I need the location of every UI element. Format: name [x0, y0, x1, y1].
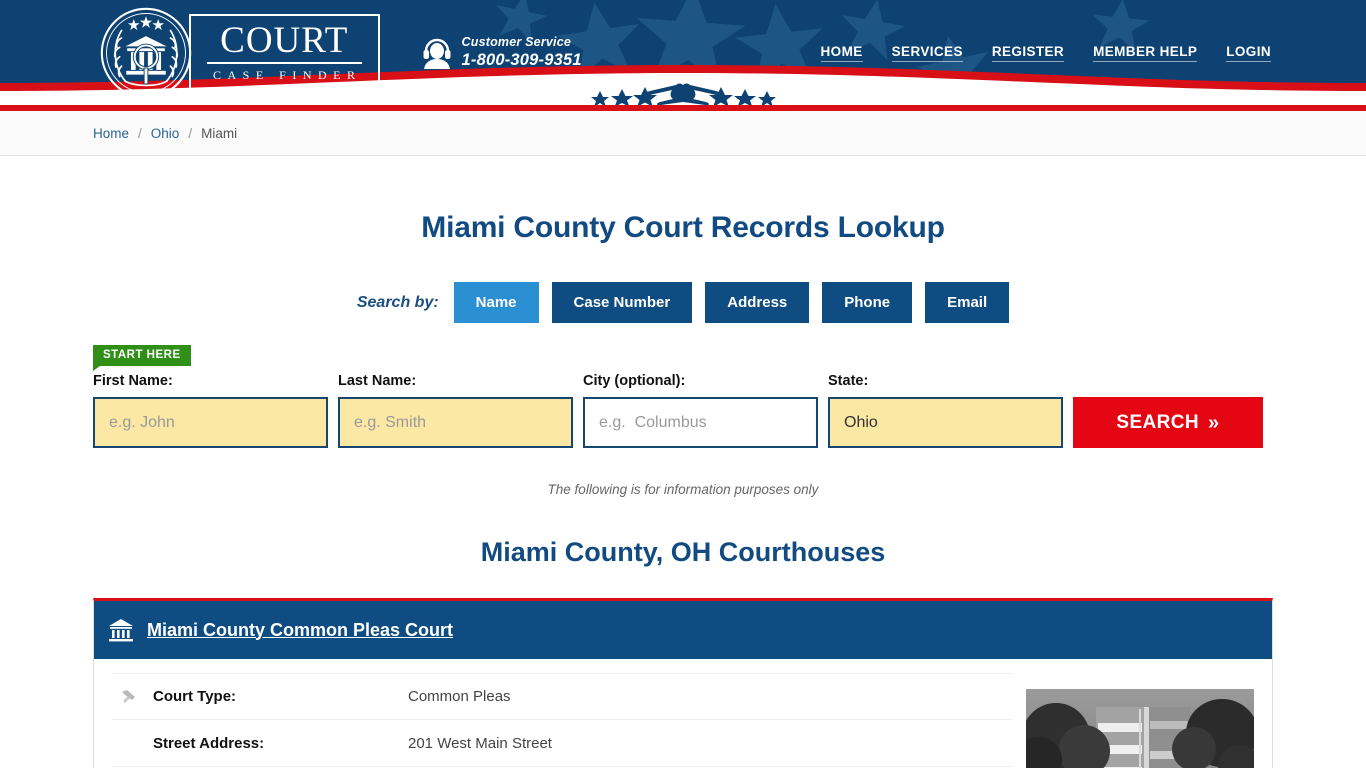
breadcrumb-item-home[interactable]: Home [93, 126, 129, 141]
breadcrumb-separator: / [138, 125, 142, 141]
breadcrumb-bar: Home / Ohio / Miami [0, 111, 1366, 156]
page-title: Miami County Court Records Lookup [421, 211, 945, 244]
logo-brand-sub: CASE FINDER [213, 68, 362, 82]
court-card: Miami County Common Pleas Court Court Ty… [93, 598, 1273, 768]
courthouse-photo-wrap [1026, 689, 1254, 768]
detail-value-court-type: Common Pleas [408, 688, 511, 705]
court-details-table: Court Type: Common Pleas Street Address:… [112, 673, 1012, 768]
headset-support-icon [423, 38, 451, 69]
city-input[interactable] [583, 397, 818, 448]
customer-service-label: Customer Service [461, 34, 572, 49]
section-title: Miami County, OH Courthouses [480, 537, 886, 567]
tab-address[interactable]: Address [705, 282, 810, 323]
last-name-input[interactable] [338, 397, 573, 448]
city-label: City (optional): [583, 373, 686, 389]
start-here-badge: START HERE [93, 345, 191, 371]
first-name-input[interactable] [93, 397, 328, 448]
detail-value-street-address: 201 West Main Street [408, 734, 552, 752]
site-logo[interactable]: COURT CASE FINDER [99, 6, 380, 100]
customer-service-block: Customer Service 1-800-309-9351 [422, 35, 582, 70]
state-input[interactable] [828, 397, 1063, 448]
search-by-tabs: Search by: Name Case Number Address Phon… [93, 282, 1273, 323]
page-content: Miami County Court Records Lookup Search… [93, 211, 1273, 768]
first-name-label: First Name: [93, 373, 173, 389]
nav-item-services[interactable]: SERVICES [891, 44, 963, 62]
court-name-link[interactable]: Miami County Common Pleas Court [147, 620, 453, 641]
bank-building-icon [109, 619, 133, 642]
logo-wordmark: COURT CASE FINDER [189, 14, 380, 91]
detail-key-street-address: Street Address: [153, 734, 265, 752]
tab-phone[interactable]: Phone [822, 282, 913, 323]
tab-case-number[interactable]: Case Number [551, 282, 693, 323]
last-name-field-group: Last Name: [338, 373, 573, 448]
search-form: START HERE First Name: Last Name: City (… [93, 345, 1273, 448]
site-header: COURT CASE FINDER Customer Service 1-800… [0, 0, 1366, 105]
breadcrumb: Home / Ohio / Miami [93, 126, 1273, 141]
courthouse-photo [1026, 689, 1254, 768]
court-card-header: Miami County Common Pleas Court [94, 601, 1272, 659]
nav-item-register[interactable]: REGISTER [991, 44, 1065, 62]
tab-name[interactable]: Name [453, 282, 539, 323]
double-chevron-right-icon: » [1208, 411, 1220, 434]
court-card-body: Court Type: Common Pleas Street Address:… [94, 659, 1272, 768]
nav-item-login[interactable]: LOGIN [1226, 44, 1271, 62]
court-seal-icon [100, 7, 192, 98]
breadcrumb-item-miami: Miami [201, 125, 238, 141]
search-button-label: SEARCH [1116, 411, 1200, 433]
gavel-icon [122, 690, 135, 703]
nav-item-member-help[interactable]: MEMBER HELP [1093, 44, 1198, 62]
city-field-group: City (optional): [583, 373, 818, 448]
last-name-label: Last Name: [338, 373, 417, 389]
courthouse-photo-image [1026, 689, 1254, 768]
disclaimer-text: The following is for information purpose… [547, 482, 819, 497]
main-navigation: HOME SERVICES REGISTER MEMBER HELP LOGIN [820, 44, 1273, 62]
state-label: State: [828, 373, 869, 389]
breadcrumb-item-ohio[interactable]: Ohio [151, 126, 180, 141]
search-by-label: Search by: [356, 293, 439, 311]
first-name-field-group: First Name: [93, 373, 328, 448]
state-field-group: State: [828, 373, 1063, 448]
detail-key-court-type: Court Type: [153, 688, 237, 705]
customer-service-phone: 1-800-309-9351 [461, 51, 582, 70]
table-row: Street Address: 201 West Main Street [112, 720, 1012, 767]
table-row: Court Type: Common Pleas [112, 673, 1012, 720]
tab-email[interactable]: Email [925, 282, 1010, 323]
breadcrumb-separator: / [188, 125, 193, 141]
search-button[interactable]: SEARCH » [1073, 397, 1263, 448]
nav-item-home[interactable]: HOME [820, 44, 863, 62]
logo-brand-main: COURT [207, 22, 362, 64]
